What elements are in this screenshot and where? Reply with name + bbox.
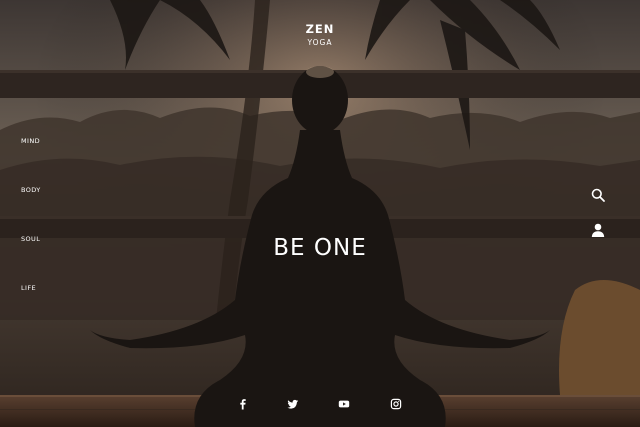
- youtube-link[interactable]: [338, 398, 350, 410]
- logo-main-text: ZEN: [305, 22, 335, 36]
- background-photo: [0, 0, 640, 427]
- twitter-link[interactable]: [287, 398, 299, 410]
- hero-section: ZEN YOGA MIND BODY SOUL LIFE BE ONE: [0, 0, 640, 427]
- hero-title: BE ONE: [273, 235, 367, 261]
- instagram-icon: [390, 398, 402, 410]
- search-button[interactable]: [590, 187, 606, 203]
- nav-item-life[interactable]: LIFE: [21, 284, 41, 333]
- nav-item-body[interactable]: BODY: [21, 186, 41, 235]
- logo-sub-text: YOGA: [307, 37, 333, 47]
- twitter-icon: [287, 399, 299, 409]
- account-button[interactable]: [590, 222, 606, 238]
- search-icon: [591, 188, 605, 202]
- facebook-link[interactable]: [237, 398, 249, 410]
- user-icon: [591, 223, 605, 237]
- facebook-icon: [240, 399, 246, 410]
- youtube-icon: [338, 400, 350, 408]
- instagram-link[interactable]: [390, 398, 402, 410]
- nav-item-mind[interactable]: MIND: [21, 137, 41, 186]
- site-logo[interactable]: ZEN YOGA: [0, 22, 640, 47]
